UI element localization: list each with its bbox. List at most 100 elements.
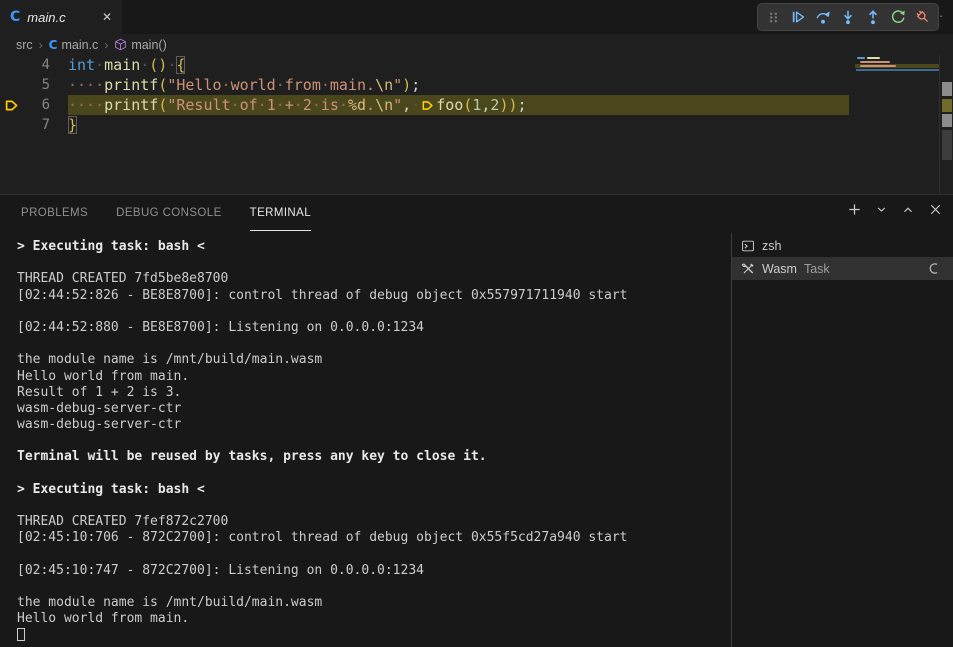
code-token: ( xyxy=(158,76,167,94)
terminal-line: Result of 1 + 2 is 3. xyxy=(17,385,627,401)
terminal-line xyxy=(17,579,627,595)
panel-tab-problems[interactable]: PROBLEMS xyxy=(21,195,88,231)
code-token: · xyxy=(294,96,303,114)
code-token: · xyxy=(276,96,285,114)
terminal-line: Terminal will be reused by tasks, press … xyxy=(17,449,627,465)
code-token: from xyxy=(285,76,321,94)
terminal-list: zshWasmTask xyxy=(731,233,953,647)
inline-debug-arrow-icon xyxy=(421,97,434,117)
terminal-list-item-wasm[interactable]: WasmTask xyxy=(732,257,953,280)
debug-disconnect-button[interactable] xyxy=(911,5,935,29)
new-terminal-button[interactable] xyxy=(847,202,862,217)
minimap-line xyxy=(860,65,896,67)
debug-step-into-button[interactable] xyxy=(836,5,860,29)
breadcrumb-separator: › xyxy=(103,38,109,52)
code-line-6: 6····printf("Result·of·1·+·2·is·%d.\n",·… xyxy=(0,95,953,115)
terminal-line: [02:44:52:880 - BE8E8700]: Listening on … xyxy=(17,320,627,336)
c-file-icon: C xyxy=(49,38,58,52)
code-editor[interactable]: 4int·main·()·{5····printf("Hello·world·f… xyxy=(0,55,953,194)
terminal-output[interactable]: > Executing task: bash < THREAD CREATED … xyxy=(17,239,627,644)
debug-step-out-button[interactable] xyxy=(861,5,885,29)
ruler-mark xyxy=(942,82,952,96)
code-token: · xyxy=(95,56,104,74)
overview-ruler[interactable] xyxy=(939,55,953,194)
panel-actions xyxy=(847,202,943,217)
code-token: printf xyxy=(104,76,158,94)
terminal-line: [02:45:10:747 - 872C2700]: Listening on … xyxy=(17,563,627,579)
debug-toolbar xyxy=(757,3,939,31)
code-token: · xyxy=(258,96,267,114)
tools-icon xyxy=(741,262,755,276)
code-token: ) xyxy=(402,76,411,94)
code-token: "Result xyxy=(167,96,230,114)
breadcrumb-item-main[interactable]: main() xyxy=(114,38,166,52)
breakpoint-gutter[interactable] xyxy=(0,115,22,135)
code-token: is xyxy=(321,96,339,114)
code-token: 1 xyxy=(267,96,276,114)
code-content[interactable]: ····printf("Result·of·1·+·2·is·%d.\n",·f… xyxy=(68,95,849,115)
minimap-line xyxy=(867,57,880,59)
code-token: · xyxy=(411,96,420,114)
panel-tab-terminal[interactable]: TERMINAL xyxy=(250,195,311,231)
code-token: " xyxy=(393,96,402,114)
code-token: %d xyxy=(348,96,366,114)
step-into-icon xyxy=(840,9,856,25)
code-token: ; xyxy=(411,76,420,94)
breakpoint-gutter[interactable] xyxy=(0,75,22,95)
terminal-list-item-zsh[interactable]: zsh xyxy=(732,234,953,257)
code-token: { xyxy=(176,56,185,74)
code-content[interactable]: int·main·()·{ xyxy=(68,55,185,75)
ruler-debug-mark xyxy=(942,99,952,112)
breakpoint-gutter[interactable] xyxy=(0,55,22,75)
breadcrumb: src›Cmain.c›main() xyxy=(0,34,953,55)
terminal-line xyxy=(17,336,627,352)
code-token: ; xyxy=(518,96,527,114)
code-token: ( xyxy=(463,96,472,114)
minimap-line xyxy=(857,57,865,59)
terminal-line: [02:44:52:826 - BE8E8700]: control threa… xyxy=(17,288,627,304)
code-token: of xyxy=(240,96,258,114)
breadcrumb-item-src[interactable]: src xyxy=(16,38,33,52)
code-token: printf xyxy=(104,96,158,114)
tab-close-icon[interactable]: ✕ xyxy=(102,10,112,24)
terminal-cursor xyxy=(17,628,25,641)
line-number: 4 xyxy=(22,55,50,75)
minimap[interactable] xyxy=(855,55,939,175)
code-line-5: 5····printf("Hello·world·from·main.\n"); xyxy=(0,75,953,95)
terminal-line: Hello world from main. xyxy=(17,611,627,627)
code-token: ···· xyxy=(68,96,104,114)
debug-restart-button[interactable] xyxy=(886,5,910,29)
step-out-icon xyxy=(865,9,881,25)
terminal-line xyxy=(17,255,627,271)
code-token: main xyxy=(104,56,140,74)
code-token: · xyxy=(231,96,240,114)
code-token: + xyxy=(285,96,294,114)
terminal-line xyxy=(17,433,627,449)
panel-tab-debug-console[interactable]: DEBUG CONSOLE xyxy=(116,195,222,231)
code-content[interactable]: ····printf("Hello·world·from·main.\n"); xyxy=(68,75,420,95)
tab-main-c[interactable]: C main.c ✕ xyxy=(0,0,122,34)
tab-label: main.c xyxy=(27,10,65,25)
debug-step-over-button[interactable] xyxy=(811,5,835,29)
close-icon xyxy=(928,202,943,217)
code-content[interactable]: } xyxy=(68,115,77,135)
maximize-panel-button[interactable] xyxy=(901,203,915,217)
code-token: · xyxy=(140,56,149,74)
code-token: · xyxy=(321,76,330,94)
toolbar-overflow-icon[interactable]: · xyxy=(939,8,943,23)
code-token: · xyxy=(222,76,231,94)
launch-profile-dropdown-button[interactable] xyxy=(875,203,888,216)
code-token: int xyxy=(68,56,95,74)
debug-current-line-icon[interactable] xyxy=(0,95,22,115)
line-number: 7 xyxy=(22,115,50,135)
chevron-down-icon xyxy=(875,203,888,216)
breadcrumb-item-mainc[interactable]: Cmain.c xyxy=(49,38,99,52)
chevron-up-icon xyxy=(901,203,915,217)
debug-continue-button[interactable] xyxy=(786,5,810,29)
close-panel-button[interactable] xyxy=(928,202,943,217)
minimap-line xyxy=(860,61,890,63)
terminal-line xyxy=(17,628,627,644)
code-token: foo xyxy=(436,96,463,114)
c-file-icon: C xyxy=(10,9,20,25)
toolbar-drag-handle[interactable] xyxy=(761,5,785,29)
